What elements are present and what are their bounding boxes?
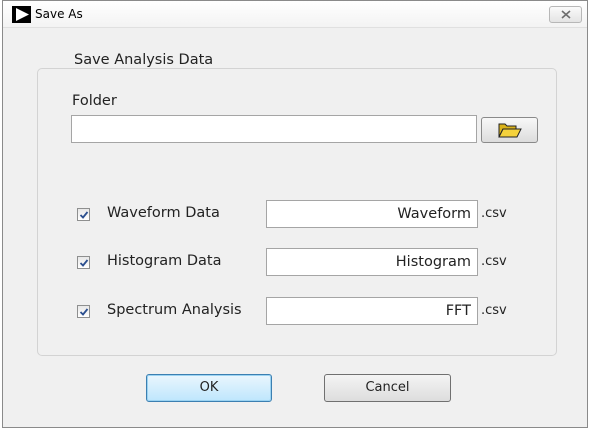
spectrum-filename-input[interactable]	[266, 297, 478, 325]
checkmark-icon	[79, 308, 89, 316]
browse-folder-button[interactable]	[481, 117, 538, 143]
spectrum-extension: .csv	[481, 303, 507, 318]
histogram-row: Histogram Data .csv	[0, 248, 590, 278]
waveform-row: Waveform Data .csv	[0, 200, 590, 230]
waveform-extension: .csv	[481, 206, 507, 221]
cancel-button[interactable]: Cancel	[324, 374, 451, 402]
group-title: Save Analysis Data	[64, 52, 222, 68]
waveform-label: Waveform Data	[107, 205, 220, 221]
checkmark-icon	[79, 259, 89, 267]
histogram-extension: .csv	[481, 254, 507, 269]
spectrum-row: Spectrum Analysis .csv	[0, 296, 590, 326]
waveform-filename-input[interactable]	[266, 200, 478, 228]
folder-label: Folder	[72, 93, 117, 109]
window-title: Save As	[35, 7, 83, 21]
histogram-label: Histogram Data	[107, 253, 222, 269]
app-icon	[12, 6, 31, 23]
waveform-checkbox[interactable]	[77, 208, 90, 221]
play-arrow-icon	[16, 8, 29, 21]
close-button[interactable]	[549, 6, 582, 23]
close-icon	[561, 10, 571, 19]
spectrum-label: Spectrum Analysis	[107, 302, 242, 318]
checkmark-icon	[79, 211, 89, 219]
histogram-filename-input[interactable]	[266, 248, 478, 276]
histogram-checkbox[interactable]	[77, 256, 90, 269]
folder-path-input[interactable]	[71, 115, 477, 143]
title-bar[interactable]: Save As	[3, 1, 587, 28]
spectrum-checkbox[interactable]	[77, 305, 90, 318]
ok-button[interactable]: OK	[146, 374, 272, 402]
folder-open-icon	[498, 123, 522, 138]
